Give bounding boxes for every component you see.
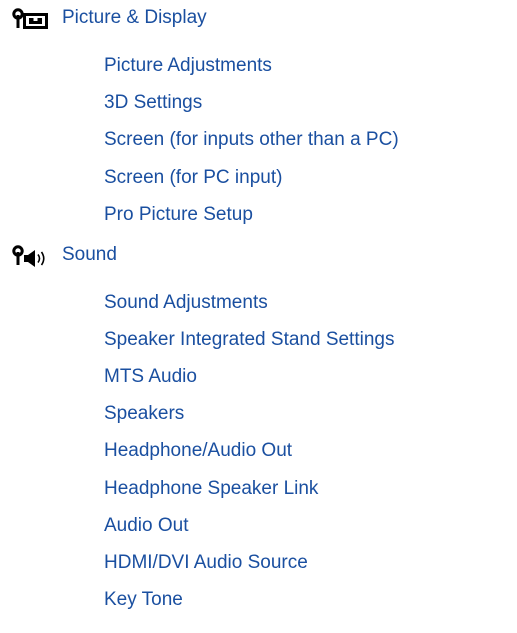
submenu-item-key-tone[interactable]: Key Tone	[104, 585, 183, 615]
submenu-item-headphone-speaker-link[interactable]: Headphone Speaker Link	[104, 474, 318, 504]
submenu-item-screen-pc-input[interactable]: Screen (for PC input)	[104, 163, 282, 193]
submenu-item-speaker-integrated-stand-settings[interactable]: Speaker Integrated Stand Settings	[104, 325, 394, 355]
submenu-item-mts-audio[interactable]: MTS Audio	[104, 362, 197, 392]
submenu-item-screen-other-inputs[interactable]: Screen (for inputs other than a PC)	[104, 125, 399, 155]
submenu-item-audio-out[interactable]: Audio Out	[104, 511, 189, 541]
category-label: Picture & Display	[62, 7, 207, 28]
submenu-item-pro-picture-setup[interactable]: Pro Picture Setup	[104, 200, 253, 230]
sound-icon	[12, 245, 45, 267]
submenu-item-speakers[interactable]: Speakers	[104, 399, 184, 429]
submenu-item-3d-settings[interactable]: 3D Settings	[104, 88, 202, 118]
submenu-item-picture-adjustments[interactable]: Picture Adjustments	[104, 51, 272, 81]
category-label: Sound	[62, 244, 117, 265]
submenu-item-sound-adjustments[interactable]: Sound Adjustments	[104, 288, 268, 318]
picture-display-icon	[12, 8, 48, 29]
submenu-item-hdmi-dvi-audio-source[interactable]: HDMI/DVI Audio Source	[104, 548, 308, 578]
submenu-item-headphone-audio-out[interactable]: Headphone/Audio Out	[104, 436, 292, 466]
